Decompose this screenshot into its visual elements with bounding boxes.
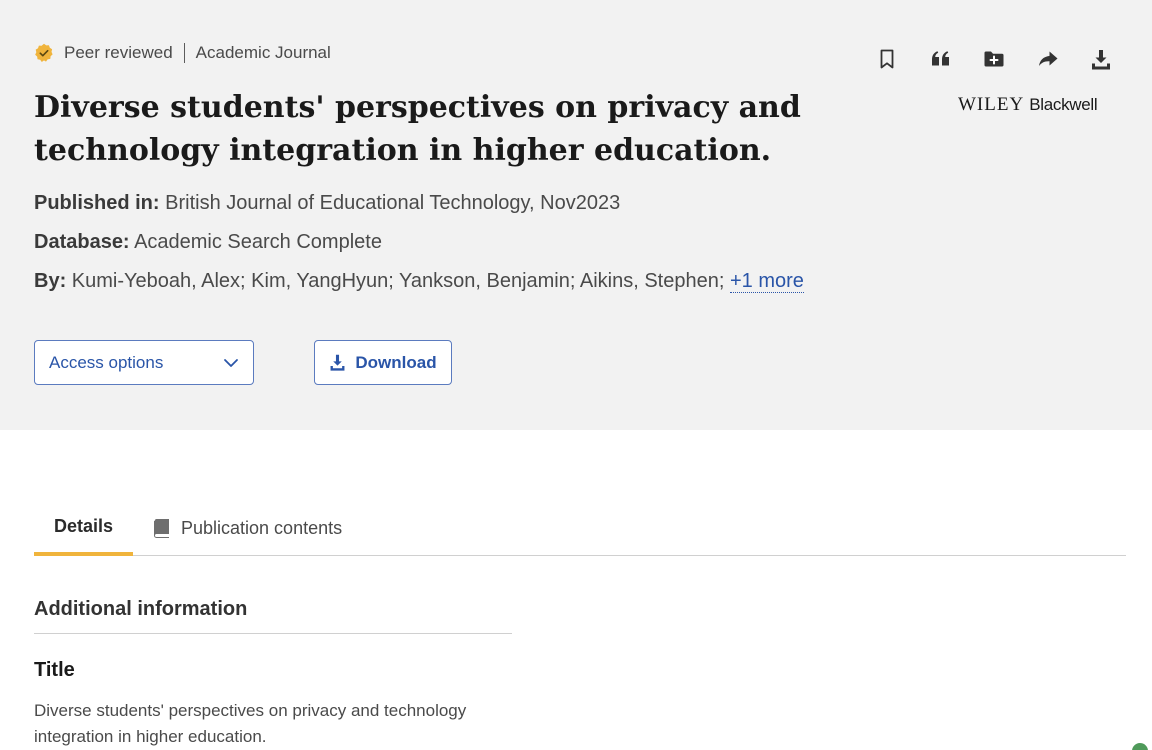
section-heading-additional-info: Additional information xyxy=(34,598,512,634)
authors-value: Kumi-Yeboah, Alex; Kim, YangHyun; Yankso… xyxy=(71,270,725,292)
peer-reviewed-badge-icon xyxy=(34,43,54,63)
database-value: Academic Search Complete xyxy=(134,231,382,253)
peer-reviewed-label: Peer reviewed xyxy=(64,43,173,62)
more-authors-link[interactable]: +1 more xyxy=(729,270,804,293)
title-field-value: Diverse students' perspectives on privac… xyxy=(34,701,467,746)
authors-line: By: Kumi-Yeboah, Alex; Kim, YangHyun; Ya… xyxy=(34,270,804,293)
share-button[interactable] xyxy=(1033,44,1063,74)
tab-publication-contents[interactable]: Publication contents xyxy=(153,500,342,556)
download-icon xyxy=(330,354,345,371)
meta-row: Peer reviewed Academic Journal xyxy=(34,40,331,66)
source-type-label: Academic Journal xyxy=(195,43,331,62)
add-to-folder-icon xyxy=(984,51,1004,67)
download-label: Download xyxy=(355,352,437,372)
tab-details[interactable]: Details xyxy=(34,500,133,556)
floating-status-dot xyxy=(1132,743,1148,750)
chevron-down-icon xyxy=(224,358,238,367)
bookmark-button[interactable] xyxy=(872,44,902,74)
meta-divider xyxy=(183,43,185,63)
book-icon xyxy=(154,519,169,538)
published-in-label: Published in: xyxy=(34,192,160,214)
publisher-logo: WILEY Blackwell xyxy=(958,94,1114,118)
article-title: Diverse students' perspectives on privac… xyxy=(34,90,801,168)
toolbar-download-button[interactable] xyxy=(1086,44,1116,74)
download-icon xyxy=(1092,50,1110,70)
access-options-label: Access options xyxy=(49,352,164,372)
quote-icon xyxy=(931,51,949,66)
title-field-label: Title xyxy=(34,659,75,681)
add-to-folder-button[interactable] xyxy=(979,44,1009,74)
tab-publication-contents-label: Publication contents xyxy=(181,517,343,538)
publisher-logo-part1: WILEY xyxy=(958,94,1025,115)
access-options-dropdown[interactable]: Access options xyxy=(34,340,254,385)
publisher-logo-part2: Blackwell xyxy=(1029,95,1098,114)
article-toolbar xyxy=(872,44,1116,74)
download-button[interactable]: Download xyxy=(314,340,452,385)
share-icon xyxy=(1038,51,1057,66)
published-in-line: Published in: British Journal of Educati… xyxy=(34,192,620,215)
bookmark-icon xyxy=(880,49,894,69)
database-label: Database: xyxy=(34,231,130,253)
tab-bar: Details Publication contents xyxy=(34,500,1126,556)
tab-details-label: Details xyxy=(53,515,114,536)
published-in-value: British Journal of Educational Technolog… xyxy=(165,192,621,214)
article-header: Peer reviewed Academic Journal WILEY Bla… xyxy=(0,0,1152,430)
cite-button[interactable] xyxy=(926,44,956,74)
authors-label: By: xyxy=(34,270,67,292)
database-line: Database: Academic Search Complete xyxy=(34,231,382,254)
